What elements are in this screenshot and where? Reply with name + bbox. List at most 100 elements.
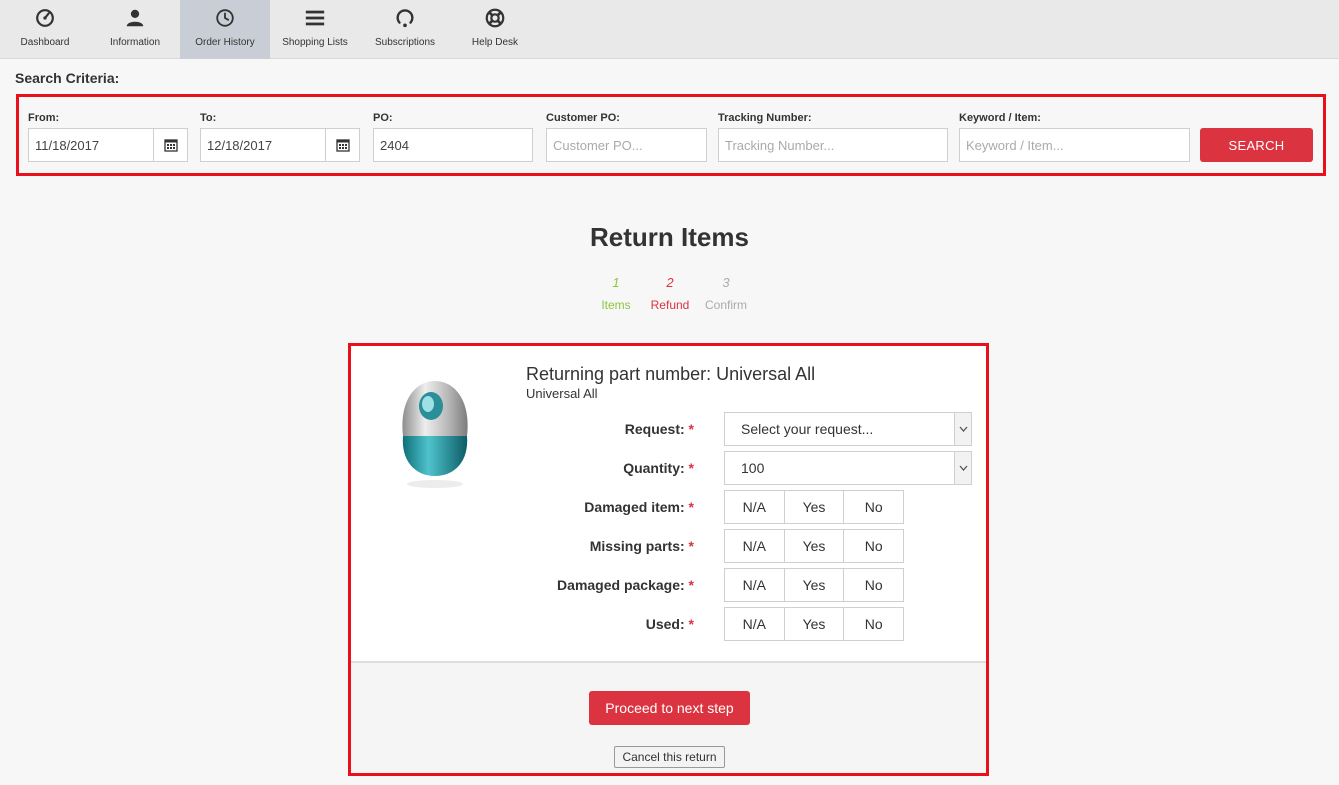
nav-label: Dashboard — [20, 37, 70, 48]
request-selected-value: Select your request... — [741, 421, 874, 437]
product-image — [402, 381, 468, 488]
page-title: Return Items — [590, 222, 749, 252]
required-asterisk: * — [688, 460, 694, 476]
nav-label: Subscriptions — [374, 37, 436, 48]
nav-dashboard[interactable]: Dashboard — [0, 0, 90, 59]
tracking-field-group: Tracking Number: — [718, 112, 812, 126]
damaged-item-label-text: Damaged item: — [584, 499, 685, 515]
option-na[interactable]: N/A — [725, 491, 785, 523]
return-item-panel: Returning part number: Universal All Uni… — [348, 343, 989, 776]
request-label: Request: * — [625, 421, 694, 437]
customer-po-label: Customer PO: — [546, 112, 620, 124]
option-yes[interactable]: Yes — [785, 608, 845, 640]
po-input[interactable] — [373, 128, 533, 162]
nav-order-history[interactable]: Order History — [180, 0, 270, 59]
po-label: PO: — [373, 112, 393, 124]
used-label: Used: * — [646, 616, 694, 632]
chevron-down-icon — [954, 413, 971, 445]
option-no[interactable]: No — [844, 530, 903, 562]
search-criteria-title: Search Criteria: — [15, 70, 120, 86]
quantity-label: Quantity: * — [623, 460, 694, 476]
damaged-item-toggle: N/A Yes No — [724, 490, 904, 524]
keyword-item-label: Keyword / Item: — [959, 112, 1041, 124]
option-no[interactable]: No — [844, 491, 903, 523]
step-label: Refund — [650, 298, 690, 312]
keyword-field-group: Keyword / Item: — [959, 112, 1041, 126]
option-no[interactable]: No — [844, 608, 903, 640]
option-na[interactable]: N/A — [725, 608, 785, 640]
nav-information[interactable]: Information — [90, 0, 180, 59]
required-asterisk: * — [688, 616, 694, 632]
nav-label: Help Desk — [471, 37, 519, 48]
option-na[interactable]: N/A — [725, 530, 785, 562]
to-calendar-button[interactable] — [326, 128, 360, 162]
required-asterisk: * — [688, 577, 694, 593]
request-label-text: Request: — [624, 421, 685, 437]
top-navigation: Dashboard Information Order History Shop… — [0, 0, 1339, 59]
nav-label: Information — [109, 37, 161, 48]
nav-help-desk[interactable]: Help Desk — [450, 0, 540, 59]
keyword-item-input[interactable] — [959, 128, 1190, 162]
missing-parts-label-text: Missing parts: — [589, 538, 685, 554]
missing-parts-toggle: N/A Yes No — [724, 529, 904, 563]
from-label: From: — [28, 112, 60, 124]
damaged-item-label: Damaged item: * — [584, 499, 694, 515]
chevron-down-icon — [954, 452, 971, 484]
used-label-text: Used: — [645, 616, 685, 632]
quantity-label-text: Quantity: — [623, 460, 685, 476]
step-number: 3 — [722, 275, 730, 290]
option-na[interactable]: N/A — [725, 569, 785, 601]
required-asterisk: * — [688, 499, 694, 515]
step-number: 1 — [612, 275, 620, 290]
search-button[interactable]: SEARCH — [1200, 128, 1313, 162]
request-select[interactable]: Select your request... — [724, 412, 972, 446]
dashboard-gauge-icon — [36, 9, 54, 27]
damaged-package-label: Damaged package: * — [557, 577, 694, 593]
search-criteria-panel: From: To: PO: Customer PO: Tracking Numb… — [16, 94, 1326, 176]
damaged-package-toggle: N/A Yes No — [724, 568, 904, 602]
calendar-icon — [163, 139, 178, 152]
from-calendar-button[interactable] — [154, 128, 188, 162]
required-asterisk: * — [688, 421, 694, 437]
step-confirm: 3 Confirm — [700, 275, 752, 312]
tracking-number-label: Tracking Number: — [718, 112, 812, 124]
proceed-next-step-button[interactable]: Proceed to next step — [589, 691, 750, 725]
step-label: Confirm — [704, 298, 747, 312]
step-number: 2 — [666, 275, 674, 290]
po-field-group: PO: — [373, 112, 393, 126]
tracking-number-input[interactable] — [718, 128, 948, 162]
used-toggle: N/A Yes No — [724, 607, 904, 641]
subscription-refresh-icon — [396, 9, 414, 28]
nav-label: Shopping Lists — [282, 37, 348, 48]
customer-po-field-group: Customer PO: — [546, 112, 620, 126]
step-refund: 2 Refund — [645, 275, 695, 312]
customer-po-input[interactable] — [546, 128, 707, 162]
step-items: 1 Items — [595, 275, 637, 312]
option-yes[interactable]: Yes — [785, 530, 845, 562]
option-no[interactable]: No — [844, 569, 903, 601]
damaged-package-label-text: Damaged package: — [557, 577, 685, 593]
nav-shopping-lists[interactable]: Shopping Lists — [270, 0, 360, 59]
calendar-icon — [335, 139, 350, 152]
nav-label: Order History — [195, 37, 255, 48]
list-icon — [305, 10, 325, 26]
quantity-selected-value: 100 — [741, 460, 765, 476]
to-date-input[interactable] — [200, 128, 326, 162]
cancel-return-button[interactable]: Cancel this return — [614, 746, 725, 768]
required-asterisk: * — [688, 538, 694, 554]
option-yes[interactable]: Yes — [785, 491, 845, 523]
part-subtitle: Universal All — [526, 386, 598, 401]
clock-icon — [216, 9, 234, 27]
from-date-input[interactable] — [28, 128, 154, 162]
step-label: Items — [601, 298, 631, 312]
returning-part-title: Returning part number: Universal All — [526, 364, 816, 384]
lifebuoy-icon — [485, 8, 505, 28]
to-label: To: — [200, 112, 217, 124]
to-field-group: To: — [200, 112, 216, 126]
option-yes[interactable]: Yes — [785, 569, 845, 601]
user-icon — [126, 9, 144, 27]
nav-subscriptions[interactable]: Subscriptions — [360, 0, 450, 59]
quantity-select[interactable]: 100 — [724, 451, 972, 485]
from-field-group: From: — [28, 112, 59, 126]
missing-parts-label: Missing parts: * — [590, 538, 694, 554]
